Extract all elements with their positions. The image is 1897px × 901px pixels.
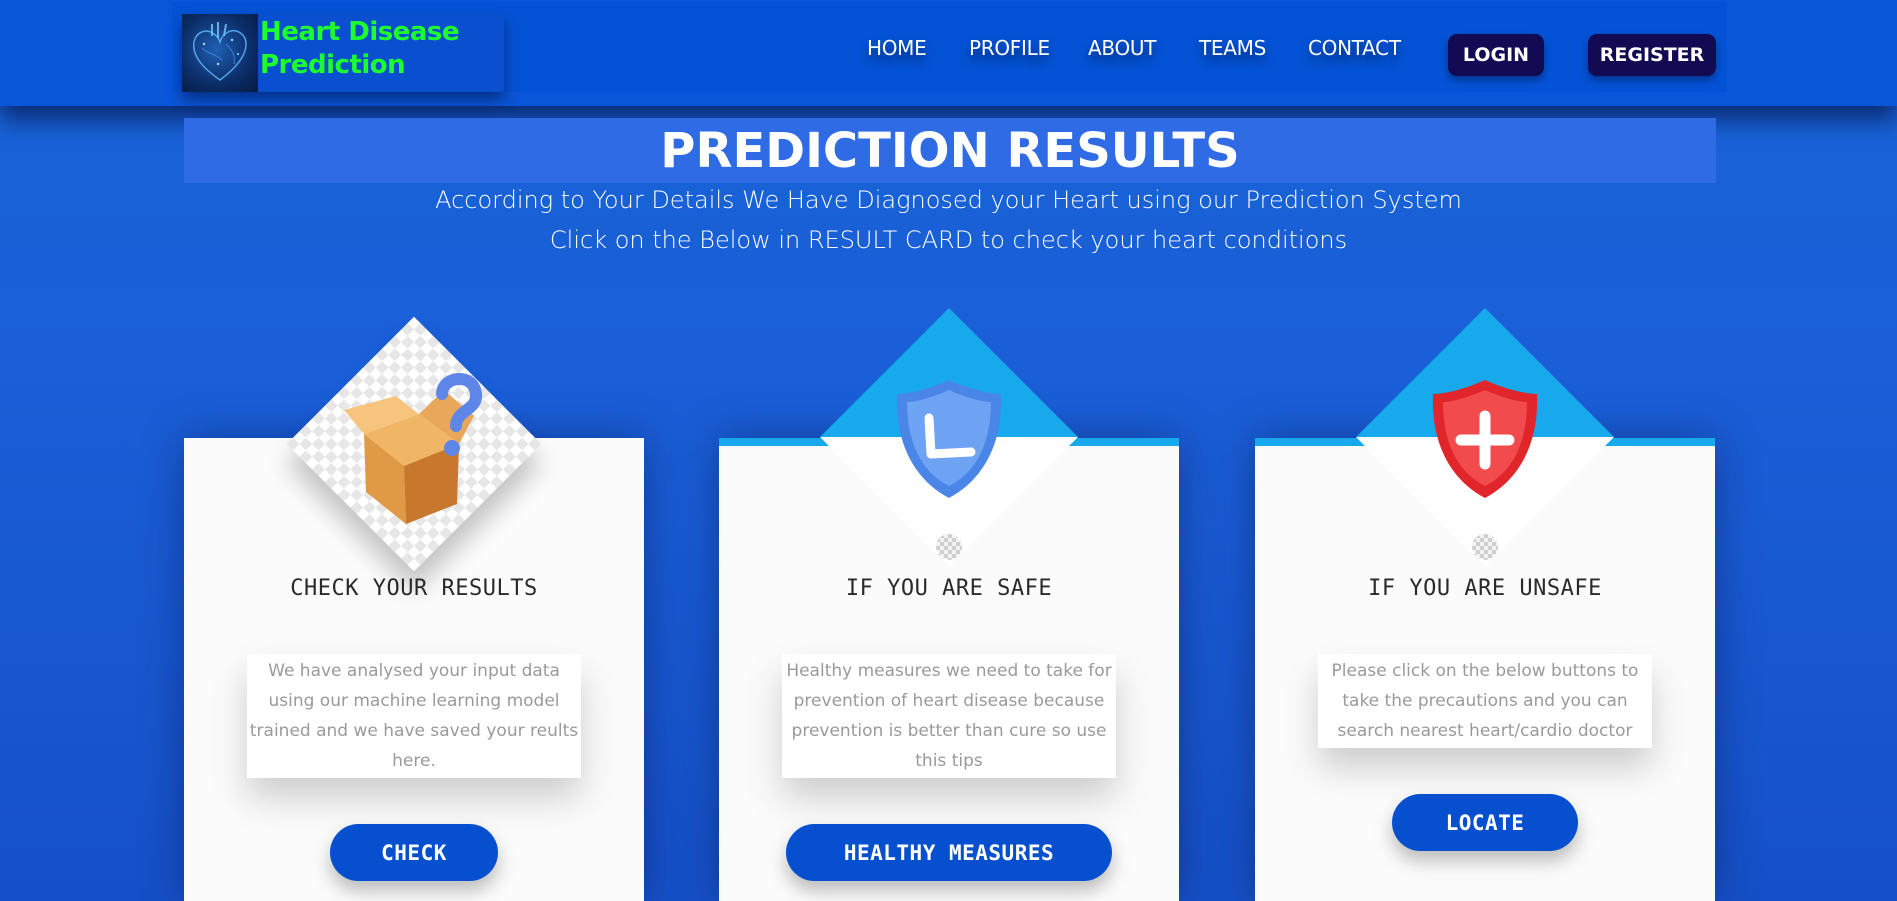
page-title: PREDICTION RESULTS <box>660 122 1240 179</box>
nav-teams[interactable]: TEAMS <box>1199 36 1266 60</box>
placeholder-dot <box>1472 534 1498 560</box>
brand-title-line1: Heart Disease <box>260 17 460 47</box>
result-card-safe: IF YOU ARE SAFE Healthy measures we need… <box>719 308 1179 901</box>
shield-check-icon <box>879 368 1019 508</box>
brand-title-line2: Prediction <box>260 50 406 80</box>
card-title: CHECK YOUR RESULTS <box>290 576 538 601</box>
login-button[interactable]: LOGIN <box>1448 34 1544 76</box>
card-title: IF YOU ARE UNSAFE <box>1368 576 1602 601</box>
page-subtitle-line1: According to Your Details We Have Diagno… <box>435 186 1462 214</box>
nav-contact[interactable]: CONTACT <box>1308 36 1401 60</box>
heart-anatomy-icon <box>182 14 258 92</box>
healthy-measures-button[interactable]: HEALTHY MEASURES <box>786 824 1112 881</box>
page-title-band: PREDICTION RESULTS <box>184 118 1716 183</box>
result-card-check: CHECK YOUR RESULTS We have analysed your… <box>184 316 644 901</box>
card-description: Healthy measures we need to take for pre… <box>782 654 1116 778</box>
nav-about[interactable]: ABOUT <box>1088 36 1156 60</box>
card-description: We have analysed your input data using o… <box>247 654 581 778</box>
locate-button[interactable]: LOCATE <box>1392 794 1578 851</box>
result-card-unsafe: IF YOU ARE UNSAFE Please click on the be… <box>1255 308 1715 901</box>
card-description: Please click on the below buttons to tak… <box>1318 654 1652 748</box>
page-subtitle-line2: Click on the Below in RESULT CARD to che… <box>549 226 1348 254</box>
placeholder-dot <box>936 534 962 560</box>
check-button[interactable]: CHECK <box>330 824 498 881</box>
card-title: IF YOU ARE SAFE <box>845 576 1053 601</box>
register-button[interactable]: REGISTER <box>1588 34 1716 76</box>
nav-profile[interactable]: PROFILE <box>969 36 1050 60</box>
brand-title: Heart Disease Prediction <box>260 16 500 82</box>
shield-plus-icon <box>1415 368 1555 508</box>
nav-home[interactable]: HOME <box>867 36 927 60</box>
brand[interactable]: Heart Disease Prediction <box>182 14 504 92</box>
open-box-question-icon <box>324 354 504 534</box>
